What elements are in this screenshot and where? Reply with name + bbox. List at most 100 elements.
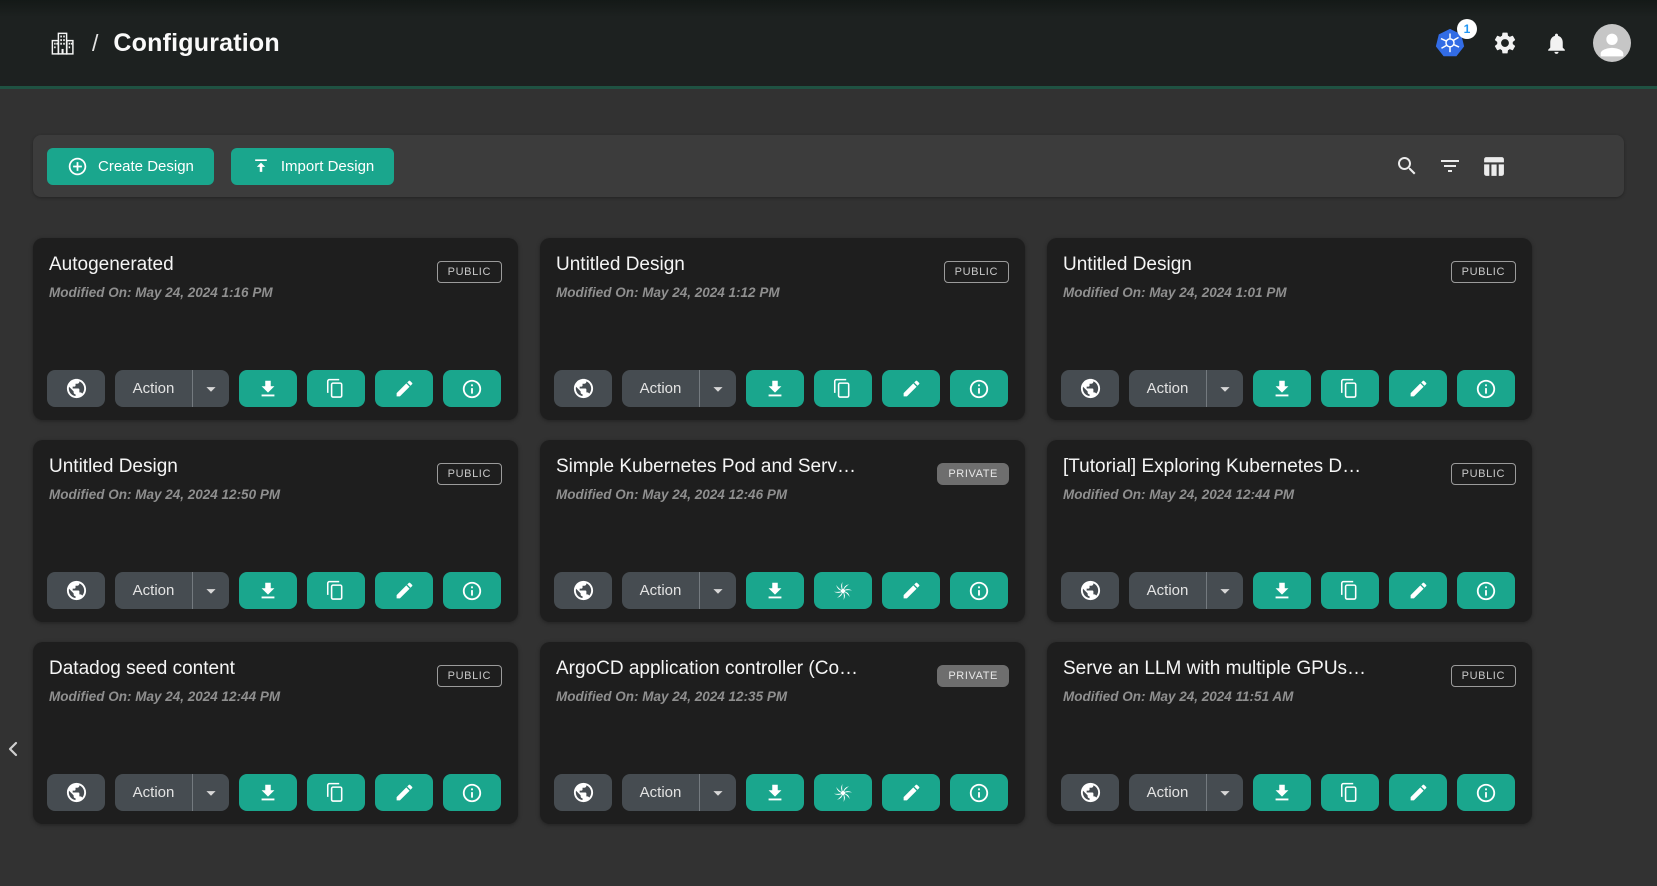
action-dropdown-button[interactable]: Action (622, 774, 736, 811)
info-button[interactable] (1457, 774, 1515, 811)
chevron-left-icon[interactable] (0, 735, 28, 763)
copy-icon (325, 782, 347, 804)
visibility-globe-button[interactable] (554, 774, 612, 811)
info-button[interactable] (1457, 370, 1515, 407)
chevron-down-icon[interactable] (1206, 774, 1243, 811)
design-card: [Tutorial] Exploring Kubernetes D… PUBLI… (1047, 440, 1532, 622)
design-title: [Tutorial] Exploring Kubernetes D… (1063, 456, 1516, 478)
download-button[interactable] (746, 370, 804, 407)
visibility-badge: PUBLIC (944, 261, 1009, 283)
chevron-down-icon[interactable] (192, 774, 229, 811)
search-icon[interactable] (1393, 152, 1421, 180)
building-icon[interactable] (48, 29, 77, 58)
breadcrumb-separator: / (92, 30, 98, 57)
info-icon (461, 580, 483, 602)
info-button[interactable] (950, 572, 1008, 609)
action-dropdown-button[interactable]: Action (1129, 572, 1243, 609)
clone-button[interactable] (1321, 572, 1379, 609)
import-design-label: Import Design (281, 158, 374, 175)
visibility-globe-button[interactable] (554, 572, 612, 609)
action-button-label: Action (1129, 572, 1206, 609)
action-dropdown-button[interactable]: Action (1129, 370, 1243, 407)
edit-button[interactable] (882, 370, 940, 407)
chevron-down-icon[interactable] (192, 572, 229, 609)
edit-icon (1408, 378, 1429, 399)
user-avatar[interactable] (1593, 24, 1631, 62)
download-icon (257, 580, 279, 602)
clone-button[interactable] (1321, 774, 1379, 811)
visibility-globe-button[interactable] (47, 572, 105, 609)
table-view-icon[interactable] (1479, 152, 1508, 181)
chevron-down-icon[interactable] (1206, 572, 1243, 609)
design-card: Untitled Design PUBLIC Modified On: May … (33, 440, 518, 622)
chevron-down-icon[interactable] (1206, 370, 1243, 407)
create-design-label: Create Design (98, 158, 194, 175)
modified-timestamp: Modified On: May 24, 2024 12:35 PM (556, 689, 1009, 704)
visibility-badge: PUBLIC (1451, 463, 1516, 485)
modified-timestamp: Modified On: May 24, 2024 11:51 AM (1063, 689, 1516, 704)
action-dropdown-button[interactable]: Action (115, 572, 229, 609)
action-dropdown-button[interactable]: Action (115, 774, 229, 811)
info-button[interactable] (443, 774, 501, 811)
action-dropdown-button[interactable]: Action (115, 370, 229, 407)
download-button[interactable] (746, 774, 804, 811)
download-button[interactable] (1253, 774, 1311, 811)
download-button[interactable] (239, 370, 297, 407)
modified-timestamp: Modified On: May 24, 2024 1:12 PM (556, 285, 1009, 300)
import-design-button[interactable]: Import Design (231, 148, 394, 185)
edit-button[interactable] (1389, 572, 1447, 609)
create-design-button[interactable]: Create Design (47, 148, 214, 185)
globe-icon (572, 377, 595, 400)
download-button[interactable] (1253, 370, 1311, 407)
visibility-globe-button[interactable] (1061, 774, 1119, 811)
info-icon (1475, 580, 1497, 602)
info-button[interactable] (1457, 572, 1515, 609)
visibility-globe-button[interactable] (554, 370, 612, 407)
download-button[interactable] (239, 774, 297, 811)
edit-button[interactable] (1389, 774, 1447, 811)
clone-button[interactable] (814, 774, 872, 811)
edit-button[interactable] (375, 370, 433, 407)
card-action-row: Action (554, 572, 1008, 609)
action-button-label: Action (1129, 370, 1206, 407)
download-icon (1271, 782, 1293, 804)
chevron-down-icon[interactable] (699, 572, 736, 609)
clone-button[interactable] (307, 572, 365, 609)
edit-button[interactable] (882, 774, 940, 811)
copy-icon (832, 378, 854, 400)
info-button[interactable] (443, 370, 501, 407)
clone-button[interactable] (307, 370, 365, 407)
chevron-down-icon[interactable] (192, 370, 229, 407)
clone-button[interactable] (814, 370, 872, 407)
visibility-globe-button[interactable] (1061, 572, 1119, 609)
modified-timestamp: Modified On: May 24, 2024 12:44 PM (1063, 487, 1516, 502)
filter-icon[interactable] (1436, 152, 1464, 180)
action-dropdown-button[interactable]: Action (1129, 774, 1243, 811)
chevron-down-icon[interactable] (699, 774, 736, 811)
visibility-globe-button[interactable] (47, 774, 105, 811)
download-button[interactable] (239, 572, 297, 609)
clone-button[interactable] (1321, 370, 1379, 407)
clone-button[interactable] (307, 774, 365, 811)
info-button[interactable] (950, 774, 1008, 811)
chevron-down-icon[interactable] (699, 370, 736, 407)
clone-button[interactable] (814, 572, 872, 609)
edit-button[interactable] (375, 774, 433, 811)
visibility-globe-button[interactable] (1061, 370, 1119, 407)
edit-button[interactable] (375, 572, 433, 609)
design-title: Datadog seed content (49, 658, 502, 680)
kubernetes-context-icon[interactable]: 1 (1432, 26, 1468, 60)
design-card: Untitled Design PUBLIC Modified On: May … (1047, 238, 1532, 420)
edit-button[interactable] (1389, 370, 1447, 407)
visibility-globe-button[interactable] (47, 370, 105, 407)
download-button[interactable] (1253, 572, 1311, 609)
visibility-badge: PUBLIC (437, 261, 502, 283)
action-dropdown-button[interactable]: Action (622, 370, 736, 407)
settings-gear-icon[interactable] (1490, 28, 1520, 58)
download-button[interactable] (746, 572, 804, 609)
info-button[interactable] (443, 572, 501, 609)
notifications-bell-icon[interactable] (1542, 29, 1571, 58)
action-dropdown-button[interactable]: Action (622, 572, 736, 609)
info-button[interactable] (950, 370, 1008, 407)
edit-button[interactable] (882, 572, 940, 609)
